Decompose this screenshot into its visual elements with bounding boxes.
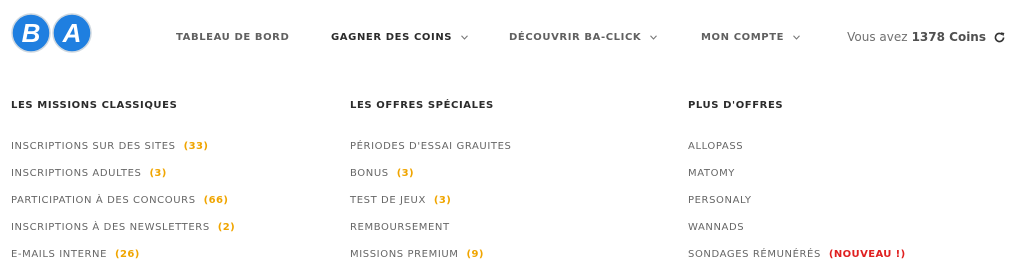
column-title: PLUS D'OFFRES xyxy=(688,100,784,111)
menu-item-label: BONUS xyxy=(350,168,389,179)
menu-column-missions-classiques: LES MISSIONS CLASSIQUES INSCRIPTIONS SUR… xyxy=(11,99,235,268)
nav-label: TABLEAU DE BORD xyxy=(176,31,290,43)
menu-item-test-de-jeux[interactable]: TEST DE JEUX (3) xyxy=(350,187,511,214)
menu-item-periodes-essai[interactable]: PÉRIODES D'ESSAI GRAUITES xyxy=(350,133,511,160)
menu-list: PÉRIODES D'ESSAI GRAUITES BONUS (3) TEST … xyxy=(350,133,511,268)
nav-label: GAGNER DES COINS xyxy=(331,31,453,43)
ba-click-logo[interactable]: B A xyxy=(10,12,94,54)
count-badge: (2) xyxy=(217,222,236,233)
menu-item-label: WANNADS xyxy=(688,222,745,233)
count-badge: (66) xyxy=(203,195,229,206)
menu-item-concours[interactable]: PARTICIPATION À DES CONCOURS (66) xyxy=(11,187,235,214)
menu-item-bonus[interactable]: BONUS (3) xyxy=(350,160,511,187)
coins-balance: Vous avez 1378 Coins xyxy=(847,30,1006,44)
coins-value: 1378 Coins xyxy=(911,30,986,44)
count-badge: (26) xyxy=(115,249,140,260)
menu-item-matomy[interactable]: MATOMY xyxy=(688,160,906,187)
menu-item-label: SONDAGES RÉMUNÉRÉS xyxy=(688,249,821,260)
menu-item-label: PÉRIODES D'ESSAI GRAUITES xyxy=(350,141,512,152)
menu-item-wannads[interactable]: WANNADS xyxy=(688,214,906,241)
nav-mon-compte[interactable]: MON COMPTE xyxy=(701,30,800,44)
menu-column-offres-speciales: LES OFFRES SPÉCIALES PÉRIODES D'ESSAI GR… xyxy=(350,99,511,268)
menu-item-label: MATOMY xyxy=(688,168,736,179)
chevron-down-icon xyxy=(461,34,468,40)
menu-item-personaly[interactable]: PERSONALY xyxy=(688,187,906,214)
logo-letter-b: B xyxy=(22,18,41,48)
menu-item-newsletters[interactable]: INSCRIPTIONS À DES NEWSLETTERS (2) xyxy=(11,214,235,241)
nav-tableau-de-bord[interactable]: TABLEAU DE BORD xyxy=(176,30,289,44)
menu-item-inscriptions-sites[interactable]: INSCRIPTIONS SUR DES SITES (33) xyxy=(11,133,235,160)
menu-item-label: INSCRIPTIONS SUR DES SITES xyxy=(11,141,176,152)
menu-item-label: PERSONALY xyxy=(688,195,752,206)
menu-item-label: PARTICIPATION À DES CONCOURS xyxy=(11,195,196,206)
menu-item-label: REMBOURSEMENT xyxy=(350,222,450,233)
count-badge: (3) xyxy=(433,195,452,206)
column-title: LES OFFRES SPÉCIALES xyxy=(350,100,494,111)
count-badge: (3) xyxy=(396,168,415,179)
menu-item-label: MISSIONS PREMIUM xyxy=(350,249,459,260)
menu-item-inscriptions-adultes[interactable]: INSCRIPTIONS ADULTES (3) xyxy=(11,160,235,187)
nav-label: MON COMPTE xyxy=(701,31,785,43)
nav-decouvrir-ba-click[interactable]: DÉCOUVRIR BA-CLICK xyxy=(509,30,658,44)
logo-letter-a: A xyxy=(62,18,82,48)
menu-item-label: INSCRIPTIONS À DES NEWSLETTERS xyxy=(11,222,210,233)
chevron-down-icon xyxy=(650,34,658,40)
coins-prefix: Vous avez xyxy=(847,30,908,44)
chevron-down-icon xyxy=(793,34,800,40)
column-title: LES MISSIONS CLASSIQUES xyxy=(11,100,178,111)
count-badge: (33) xyxy=(183,141,209,152)
count-badge: (9) xyxy=(466,249,484,260)
menu-item-emails-interne[interactable]: E-MAILS INTERNE (26) xyxy=(11,241,235,268)
menu-item-label: ALLOPASS xyxy=(688,141,744,152)
menu-item-label: E-MAILS INTERNE xyxy=(11,249,108,260)
menu-item-remboursement[interactable]: REMBOURSEMENT xyxy=(350,214,511,241)
refresh-icon[interactable] xyxy=(993,31,1006,44)
menu-item-allopass[interactable]: ALLOPASS xyxy=(688,133,906,160)
count-badge: (3) xyxy=(149,168,167,179)
menu-item-sondages-remuneres[interactable]: SONDAGES RÉMUNÉRÉS (NOUVEAU !) xyxy=(688,241,906,268)
new-badge: (NOUVEAU !) xyxy=(828,249,906,260)
menu-item-label: INSCRIPTIONS ADULTES xyxy=(11,168,142,179)
menu-item-missions-premium[interactable]: MISSIONS PREMIUM (9) xyxy=(350,241,511,268)
nav-gagner-des-coins[interactable]: GAGNER DES COINS xyxy=(331,30,468,44)
menu-column-plus-offres: PLUS D'OFFRES ALLOPASS MATOMY PERSONALY … xyxy=(688,99,906,268)
nav-label: DÉCOUVRIR BA-CLICK xyxy=(509,31,642,43)
menu-list: ALLOPASS MATOMY PERSONALY WANNADS SONDAG… xyxy=(688,133,906,268)
menu-item-label: TEST DE JEUX xyxy=(350,195,426,206)
menu-list: INSCRIPTIONS SUR DES SITES (33) INSCRIPTI… xyxy=(11,133,235,268)
